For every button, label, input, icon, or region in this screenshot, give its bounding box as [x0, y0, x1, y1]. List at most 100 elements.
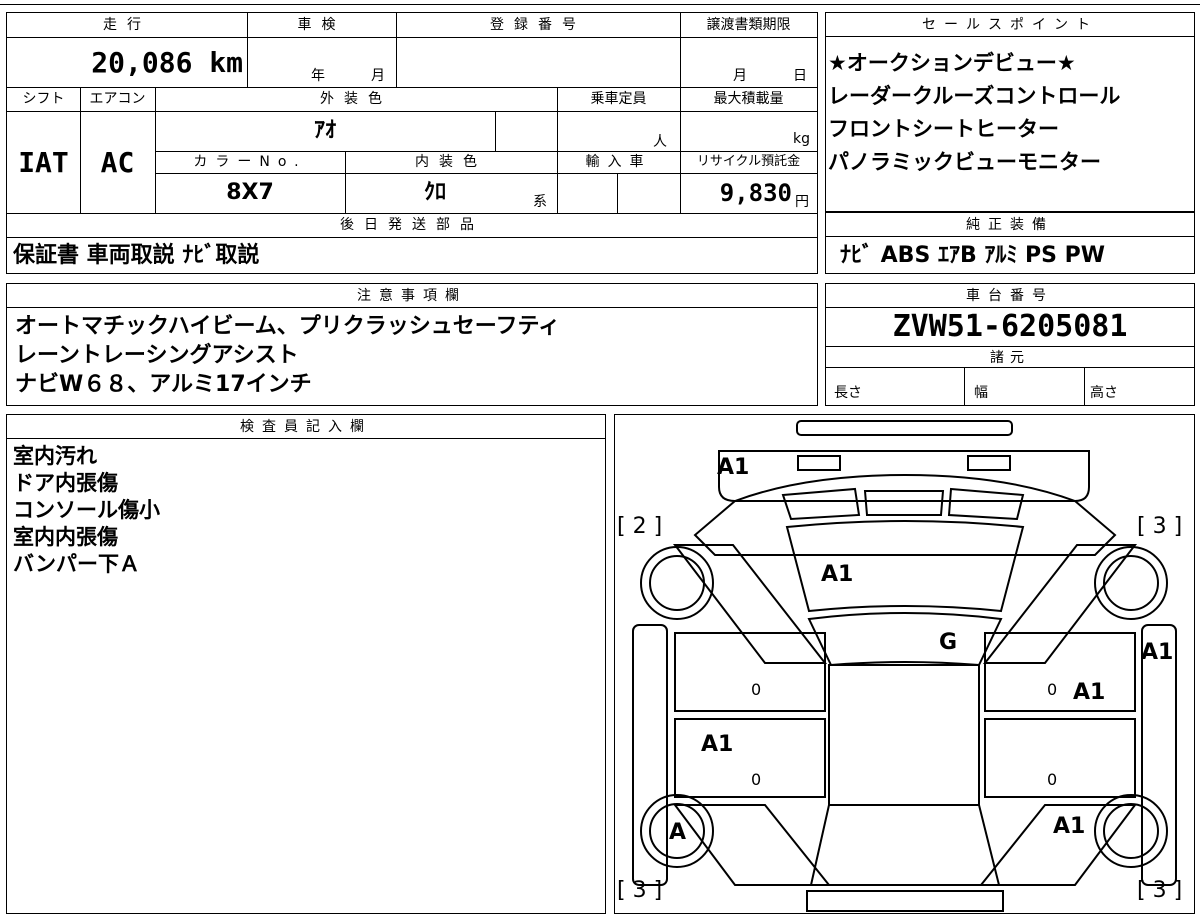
- capacity-unit: 人: [653, 134, 667, 150]
- shift-value: IAT: [18, 146, 69, 179]
- equipment-label: 純正装備: [826, 213, 1194, 237]
- registration-label: 登録番号: [490, 17, 586, 33]
- max-load-label: 最大積載量: [713, 91, 784, 107]
- tire-front-right: [ 3 ]: [1137, 514, 1182, 539]
- specs-label: 諸元: [826, 346, 1194, 368]
- shift-label: シフト: [22, 91, 65, 107]
- zero-mark: 0: [751, 680, 761, 699]
- car-diagram-panel: A1 A1 G A1 A1 A1 A1 A [ 2 ] [ 3 ] [ 3 ] …: [614, 414, 1195, 914]
- recycle-value: 9,830: [719, 179, 792, 207]
- later-parts-label: 後日発送部品: [340, 217, 484, 233]
- grille-center: [863, 490, 945, 516]
- transfer-month-unit: 月: [733, 68, 747, 84]
- recycle-label: リサイクル預託金: [696, 154, 801, 169]
- exterior-color-value: ｱｵ: [313, 118, 336, 143]
- interior-color-value: ｸﾛ: [423, 180, 446, 205]
- exterior-color-label: 外装色: [320, 91, 392, 107]
- top-strip-line: [0, 4, 1200, 5]
- inspector-line: ドア内張傷: [13, 471, 118, 495]
- max-load-unit: kg: [793, 131, 810, 147]
- tire-rear-right: [ 3 ]: [1137, 878, 1182, 903]
- color-no-value: 8X7: [226, 180, 274, 205]
- mark-right-fender: A1: [1141, 640, 1173, 665]
- inspector-label: 検査員記入欄: [7, 415, 605, 439]
- grille-right: [947, 487, 1025, 521]
- mark-left-rear-wheel: A: [669, 820, 686, 845]
- notes-list: オートマチックハイビーム、プリクラッシュセーフティ レーントレーシングアシスト …: [15, 312, 560, 399]
- recycle-unit: 円: [795, 194, 809, 210]
- windshield-panel: [807, 612, 1003, 667]
- car-outline: [632, 420, 1177, 912]
- right-rear-door: [984, 718, 1136, 798]
- sales-points-list: ★オークションデビュー★ レーダークルーズコントロール フロントシートヒーター …: [828, 47, 1120, 179]
- zero-mark: 0: [751, 770, 761, 789]
- inspector-line: コンソール傷小: [13, 498, 160, 522]
- inspection-label: 車検: [297, 17, 346, 33]
- notes-label: 注意事項欄: [7, 284, 817, 308]
- headlight-left: [797, 455, 841, 471]
- inspector-panel: 検査員記入欄 室内汚れ ドア内張傷 コンソール傷小 室内内張傷 バンパー下Ａ: [6, 414, 606, 914]
- sales-point-line: レーダークルーズコントロール: [828, 84, 1121, 108]
- summary-table: 走行 車検 登録番号 譲渡書類期限 20,086 km 年 月 月 日 シフト …: [6, 12, 818, 274]
- color-no-label: カラーNo.: [193, 154, 307, 170]
- zero-marks: 0 0 0 0: [751, 680, 1057, 789]
- wheel-front-left: [640, 546, 714, 620]
- capacity-label: 乗車定員: [590, 91, 647, 107]
- spec-height-label: 高さ: [1090, 385, 1118, 401]
- inspector-line: 室内内張傷: [13, 525, 118, 549]
- inspection-month-unit: 月: [371, 68, 385, 84]
- front-bumper-shape: [796, 420, 1013, 436]
- rear-bumper: [806, 890, 1004, 912]
- left-sill: [632, 624, 668, 886]
- headlight-right: [967, 455, 1011, 471]
- mark-right-front-door: A1: [1073, 680, 1105, 705]
- sales-point-line: パノラミックビューモニター: [828, 150, 1101, 174]
- mark-hood: A1: [821, 562, 853, 587]
- zero-mark: 0: [1047, 770, 1057, 789]
- mileage-label: 走行: [103, 17, 151, 33]
- tire-front-left: [ 2 ]: [617, 514, 662, 539]
- spec-length-label: 長さ: [834, 385, 862, 401]
- rear-glass: [809, 804, 1001, 886]
- aircon-label: エアコン: [89, 91, 146, 107]
- transfer-day-unit: 日: [793, 68, 807, 84]
- note-line: レーントレーシングアシスト: [15, 343, 299, 368]
- later-parts-value: 保証書 車両取説 ﾅﾋﾞ取説: [13, 243, 260, 268]
- note-line: オートマチックハイビーム、プリクラッシュセーフティ: [15, 314, 561, 339]
- notes-panel: 注意事項欄 オートマチックハイビーム、プリクラッシュセーフティ レーントレーシン…: [6, 283, 818, 406]
- inspector-line: 室内汚れ: [13, 444, 97, 468]
- mark-left-front-door: A1: [701, 732, 733, 757]
- sales-point-line: ★オークションデビュー★: [828, 51, 1076, 75]
- inspector-line: バンパー下Ａ: [13, 552, 141, 576]
- mileage-value: 20,086 km: [91, 46, 243, 79]
- equipment-value: ﾅﾋﾞ ABS ｴｱB ｱﾙﾐ PS PW: [840, 243, 1106, 268]
- transfer-deadline-label: 譲渡書類期限: [706, 17, 791, 33]
- chassis-value: ZVW51-6205081: [892, 309, 1128, 344]
- left-fender: [672, 544, 828, 664]
- sales-point-line: フロントシートヒーター: [828, 117, 1059, 141]
- tire-rear-left: [ 3 ]: [617, 878, 662, 903]
- aircon-value: AC: [100, 146, 135, 179]
- roof-panel: [828, 664, 980, 806]
- sales-points-panel: セールスポイント ★オークションデビュー★ レーダークルーズコントロール フロン…: [825, 12, 1195, 212]
- chassis-panel: 車台番号 ZVW51-6205081 諸元 長さ 幅 高さ: [825, 283, 1195, 406]
- interior-color-suffix: 系: [533, 194, 547, 210]
- left-rear-door: [674, 718, 826, 798]
- car-diagram: A1 A1 G A1 A1 A1 A1 A [ 2 ] [ 3 ] [ 3 ] …: [617, 420, 1182, 912]
- equipment-panel: 純正装備 ﾅﾋﾞ ABS ｴｱB ｱﾙﾐ PS PW: [825, 212, 1195, 274]
- interior-color-label: 内装色: [415, 154, 487, 170]
- grille-left: [781, 487, 861, 521]
- chassis-label: 車台番号: [826, 284, 1194, 308]
- zero-mark: 0: [1047, 680, 1057, 699]
- import-label: 輸入車: [585, 154, 652, 170]
- inspector-list: 室内汚れ ドア内張傷 コンソール傷小 室内内張傷 バンパー下Ａ: [13, 443, 160, 578]
- sales-points-label: セールスポイント: [826, 13, 1194, 37]
- spec-width-label: 幅: [974, 385, 988, 401]
- inspection-year-unit: 年: [311, 68, 325, 84]
- mark-windshield: G: [939, 630, 957, 655]
- mark-right-rear: A1: [1053, 814, 1085, 839]
- mark-front-bumper: A1: [717, 455, 749, 480]
- damage-marks: A1 A1 G A1 A1 A1 A1 A: [669, 455, 1173, 845]
- left-quarter: [673, 804, 832, 886]
- note-line: ナビW６８、アルミ17インチ: [15, 372, 312, 397]
